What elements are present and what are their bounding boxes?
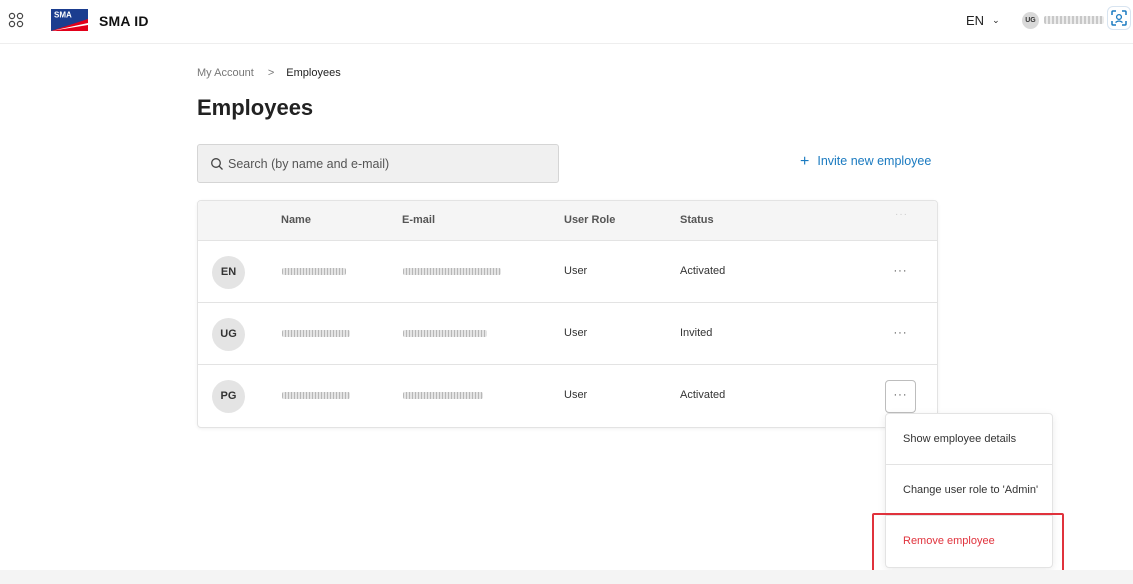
column-header-name[interactable]: Name [281,214,311,226]
breadcrumb-separator: > [267,67,275,79]
employee-name-redacted [282,330,350,337]
breadcrumb: My Account > Employees [197,67,341,79]
row-actions-button[interactable]: ··· [885,256,916,289]
employee-email-redacted [403,330,487,337]
search-box[interactable] [197,144,559,183]
employee-avatar: PG [212,380,245,413]
employee-status: Activated [680,389,726,401]
user-avatar[interactable]: UG [1022,12,1039,29]
language-label: EN [966,13,985,28]
employee-status: Activated [680,265,726,277]
employee-name-redacted [282,392,350,399]
table-row[interactable]: PG User Activated ··· [198,365,937,427]
employee-role: User [564,327,588,339]
menu-item-show-details[interactable]: Show employee details [886,414,1052,465]
employees-table: Name E-mail User Role Status ··· EN User… [197,200,938,428]
page-title: Employees [197,95,314,120]
table-row[interactable]: UG User Invited ··· [198,303,937,365]
invite-employee-button[interactable]: + Invite new employee [800,153,931,171]
menu-item-change-role[interactable]: Change user role to 'Admin' [886,465,1052,516]
user-name-redacted [1044,16,1104,24]
invite-label: Invite new employee [817,154,932,168]
search-input[interactable] [228,145,548,182]
column-header-email[interactable]: E-mail [402,214,435,226]
chevron-down-icon: ⌄ [992,15,1000,25]
employee-role: User [564,389,588,401]
plus-icon: + [800,153,810,170]
app-name: SMA ID [99,13,149,29]
employee-name-redacted [282,268,346,275]
search-icon [211,158,223,170]
apps-grid-icon[interactable] [8,12,24,28]
column-header-status[interactable]: Status [680,214,714,226]
face-scan-icon [1111,10,1127,26]
breadcrumb-my-account[interactable]: My Account [197,67,254,79]
row-actions-button[interactable]: ··· [885,318,916,351]
employee-email-redacted [403,392,483,399]
employee-email-redacted [403,268,501,275]
menu-item-remove-employee[interactable]: Remove employee [886,516,1052,567]
page-footer-strip [0,570,1133,584]
table-row[interactable]: EN User Activated ··· [198,241,937,303]
column-header-role[interactable]: User Role [564,214,615,226]
employee-role: User [564,265,588,277]
svg-text:SMA: SMA [54,11,72,20]
column-header-actions: ··· [895,209,908,220]
employee-avatar: UG [212,318,245,351]
scan-button[interactable] [1107,6,1131,30]
row-actions-menu: Show employee details Change user role t… [885,413,1053,568]
top-bar: SMA SMA ID EN ⌄ UG [0,0,1133,44]
breadcrumb-current: Employees [286,67,341,79]
employee-status: Invited [680,327,713,339]
table-header: Name E-mail User Role Status ··· [198,201,937,241]
row-actions-button-open[interactable]: ··· [885,380,916,413]
sma-logo[interactable]: SMA [51,9,88,31]
language-selector[interactable]: EN ⌄ [966,13,1000,28]
employee-avatar: EN [212,256,245,289]
